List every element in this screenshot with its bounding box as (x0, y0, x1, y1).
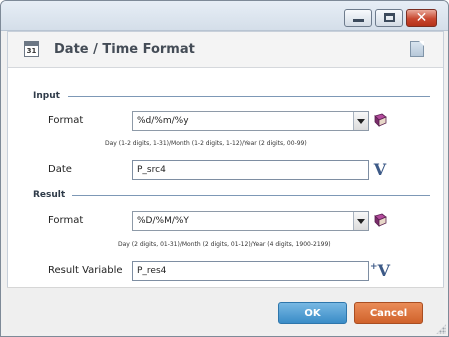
notes-icon[interactable] (410, 41, 424, 57)
ok-button[interactable]: OK (278, 302, 347, 324)
variable-v-icon[interactable]: V (370, 161, 390, 179)
book-icon[interactable] (373, 113, 388, 127)
input-format-dropdown[interactable]: %d/%m/%y (132, 111, 369, 131)
result-variable-field[interactable]: P_res4 (132, 261, 369, 281)
close-icon: ✕ (415, 10, 428, 26)
result-section-label: Result (33, 190, 66, 200)
dialog-window: ✕ 31 Date / Time Format Input Format %d/… (0, 0, 449, 337)
result-format-label: Format (48, 215, 84, 226)
calendar-icon-number: 31 (26, 47, 37, 55)
result-variable-label: Result Variable (48, 265, 123, 276)
calendar-icon-bar (25, 42, 38, 46)
input-format-value: %d/%m/%y (137, 116, 189, 126)
result-format-value: %D/%M/%Y (137, 216, 189, 226)
notes-icon-fold (419, 41, 424, 46)
input-format-hint: Day (1-2 digits, 1-31)/Month (1-2 digits… (105, 140, 307, 147)
result-format-dropdown[interactable]: %D/%M/%Y (132, 211, 369, 231)
input-section-label: Input (33, 91, 60, 101)
input-section-divider (68, 96, 430, 97)
maximize-icon (384, 13, 395, 22)
result-variable-value: P_res4 (137, 266, 167, 276)
dialog-header: 31 Date / Time Format (8, 32, 443, 68)
add-variable-icon[interactable]: +V (370, 262, 390, 280)
result-format-hint: Day (2 digits, 01-31)/Month (2 digits, 0… (118, 241, 331, 248)
window-titlebar[interactable]: ✕ (1, 1, 448, 31)
input-date-value: P_src4 (137, 165, 166, 175)
minimize-button[interactable] (344, 9, 372, 27)
chevron-down-icon[interactable] (353, 112, 368, 130)
close-button[interactable]: ✕ (406, 9, 437, 27)
chevron-down-icon[interactable] (353, 212, 368, 230)
calendar-icon: 31 (24, 41, 39, 57)
input-date-field[interactable]: P_src4 (132, 160, 369, 180)
input-date-label: Date (48, 164, 72, 175)
cancel-button[interactable]: Cancel (354, 302, 423, 324)
minimize-icon (353, 19, 364, 22)
input-format-label: Format (48, 115, 84, 126)
dialog-title: Date / Time Format (54, 42, 195, 57)
maximize-button[interactable] (375, 9, 403, 27)
book-icon[interactable] (373, 213, 388, 227)
result-section-divider (72, 195, 430, 196)
